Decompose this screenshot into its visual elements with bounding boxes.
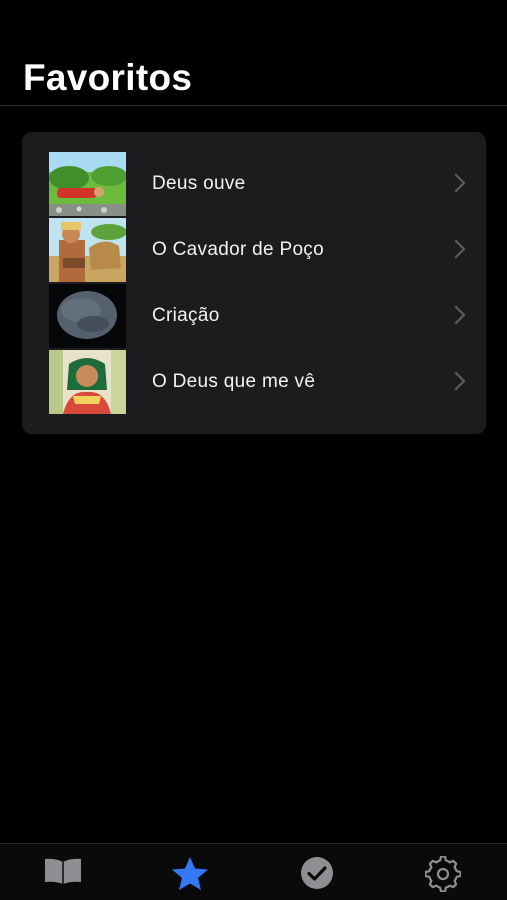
- tab-favorites[interactable]: [127, 844, 253, 900]
- book-icon: [45, 858, 81, 884]
- chevron-right-icon: [454, 305, 466, 325]
- chevron-right-icon: [454, 173, 466, 193]
- tab-bar: [0, 843, 507, 900]
- tab-completed[interactable]: [254, 844, 380, 900]
- checkmark-circle-icon: [301, 857, 333, 889]
- story-thumbnail: [49, 284, 126, 348]
- gear-icon: [425, 856, 461, 892]
- page-title: Favoritos: [23, 57, 193, 98]
- favorites-list: Deus ouve O Cavador de Poço Criação O De…: [22, 132, 486, 434]
- star-icon: [172, 857, 208, 890]
- list-item-label: Criação: [152, 305, 220, 326]
- list-item[interactable]: Deus ouve: [22, 151, 486, 217]
- tab-library[interactable]: [0, 844, 126, 900]
- list-item-label: O Deus que me vê: [152, 371, 316, 392]
- header: Favoritos: [0, 0, 507, 106]
- list-item-label: O Cavador de Poço: [152, 239, 324, 260]
- story-thumbnail: [49, 218, 126, 282]
- story-thumbnail: [49, 350, 126, 414]
- list-item[interactable]: O Deus que me vê: [22, 349, 486, 415]
- story-thumbnail: [49, 152, 126, 216]
- list-item-label: Deus ouve: [152, 173, 246, 194]
- tab-settings[interactable]: [380, 844, 506, 900]
- chevron-right-icon: [454, 371, 466, 391]
- chevron-right-icon: [454, 239, 466, 259]
- list-item[interactable]: Criação: [22, 283, 486, 349]
- list-item[interactable]: O Cavador de Poço: [22, 217, 486, 283]
